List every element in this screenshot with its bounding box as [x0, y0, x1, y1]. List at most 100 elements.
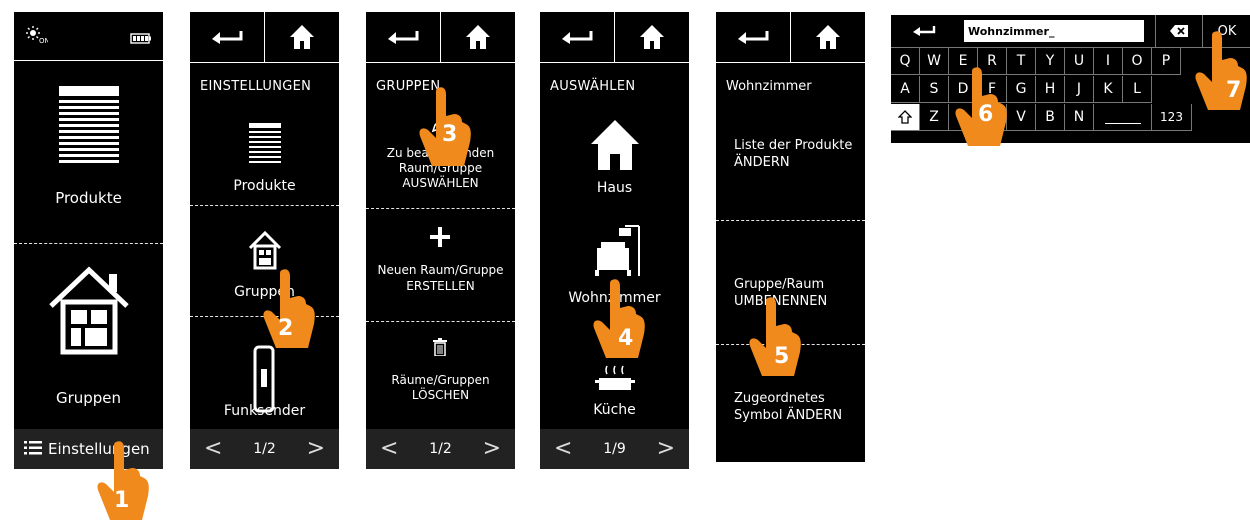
back-arrow-icon — [738, 31, 769, 44]
scroll-bar-indicator — [602, 346, 628, 356]
shift-key[interactable] — [891, 104, 920, 131]
settings-label: Einstellungen — [48, 440, 150, 458]
page-indicator: 1/2 — [429, 441, 452, 457]
key-s[interactable]: S — [920, 76, 949, 103]
shift-icon — [898, 110, 912, 124]
keyboard-top-bar: Wohnzimmer_ OK — [891, 15, 1250, 48]
status-bar: ON — [14, 12, 163, 60]
blind-icon — [249, 123, 281, 167]
rename-group-button[interactable]: Gruppe/Raum UMBENENNEN — [716, 221, 865, 344]
home-icon — [640, 25, 664, 49]
menu-item-label: Gruppen — [234, 284, 295, 300]
keyboard-screen: Wohnzimmer_ OK Q W E R T Y U I O P A S D… — [891, 15, 1250, 143]
products-button[interactable]: Produkte — [14, 61, 163, 244]
home-icon — [290, 25, 314, 49]
next-page-button[interactable]: > — [483, 438, 501, 460]
edit-line-1: Zu bearbeitenden — [386, 146, 495, 160]
sofa-lamp-icon — [595, 222, 645, 282]
back-button[interactable] — [891, 15, 957, 47]
key-h[interactable]: H — [1036, 76, 1065, 103]
back-button[interactable] — [366, 12, 440, 62]
prev-page-button[interactable]: < — [380, 438, 398, 460]
groups-label: Gruppen — [55, 389, 122, 407]
plus-icon — [430, 227, 450, 251]
svg-text:ON: ON — [39, 37, 48, 44]
key-w[interactable]: W — [920, 48, 949, 75]
key-u[interactable]: U — [1065, 48, 1094, 75]
house-icon — [47, 264, 131, 360]
menu-item-remotes[interactable]: Funksender — [190, 317, 339, 427]
ok-button[interactable]: OK — [1202, 15, 1250, 47]
key-i[interactable]: I — [1094, 48, 1123, 75]
key-t[interactable]: T — [1007, 48, 1036, 75]
home-button[interactable] — [441, 12, 515, 62]
key-g[interactable]: G — [1007, 76, 1036, 103]
key-o[interactable]: O — [1123, 48, 1152, 75]
next-page-button[interactable]: > — [307, 438, 325, 460]
back-arrow-icon — [562, 31, 593, 44]
key-z[interactable]: Z — [920, 104, 949, 131]
home-button[interactable] — [791, 12, 865, 62]
option-line: UMBENENNEN — [734, 294, 828, 309]
products-label: Produkte — [55, 189, 122, 207]
key-b[interactable]: B — [1036, 104, 1065, 131]
name-input[interactable]: Wohnzimmer_ — [964, 20, 1144, 42]
page-title: AUSWÄHLEN — [540, 62, 689, 110]
room-item-house[interactable]: Haus — [540, 110, 689, 210]
prev-page-button[interactable]: < — [554, 438, 572, 460]
delete-group-button[interactable]: Räume/Gruppen LÖSCHEN — [366, 322, 515, 428]
blind-icon — [59, 86, 119, 168]
create-group-button[interactable]: Neuen Raum/Gruppe ERSTELLEN — [366, 209, 515, 321]
key-f[interactable]: F — [978, 76, 1007, 103]
key-p[interactable]: P — [1152, 48, 1181, 75]
edit-line-3: AUSWÄHLEN — [402, 176, 479, 190]
home-button[interactable] — [615, 12, 689, 62]
settings-button[interactable]: Einstellungen — [14, 429, 163, 469]
key-k[interactable]: K — [1094, 76, 1123, 103]
edit-group-button[interactable]: Zu bearbeitenden Raum/Gruppe AUSWÄHLEN — [366, 110, 515, 208]
back-arrow-icon — [913, 26, 936, 36]
menu-item-groups[interactable]: Gruppen — [190, 206, 339, 316]
back-button[interactable] — [540, 12, 614, 62]
house-icon — [590, 118, 640, 176]
key-e[interactable]: E — [949, 48, 978, 75]
key-n[interactable]: N — [1065, 104, 1094, 131]
key-v[interactable]: V — [1007, 104, 1036, 131]
back-button[interactable] — [716, 12, 790, 62]
pot-icon — [595, 364, 635, 398]
key-y[interactable]: Y — [1036, 48, 1065, 75]
groups-button[interactable]: Gruppen — [14, 244, 163, 425]
key-q[interactable]: Q — [891, 48, 920, 75]
room-item-kitchen[interactable]: Küche — [540, 360, 689, 430]
menu-item-products[interactable]: Produkte — [190, 110, 339, 205]
prev-page-button[interactable]: < — [204, 438, 222, 460]
key-j[interactable]: J — [1065, 76, 1094, 103]
menu-item-label: Funksender — [223, 403, 306, 419]
pager: < 1/2 > — [190, 429, 339, 469]
next-page-button[interactable]: > — [657, 438, 675, 460]
key-r[interactable]: R — [978, 48, 1007, 75]
room-item-living-room[interactable]: Wohnzimmer — [540, 210, 689, 360]
pager: < 1/9 > — [540, 429, 689, 469]
key-l[interactable]: L — [1123, 76, 1152, 103]
option-line: ÄNDERN — [734, 155, 790, 170]
page-indicator: 1/2 — [253, 441, 276, 457]
space-key[interactable] — [1094, 104, 1152, 131]
backspace-button[interactable] — [1155, 15, 1202, 47]
key-x[interactable] — [949, 104, 978, 131]
key-a[interactable]: A — [891, 76, 920, 103]
home-button[interactable] — [265, 12, 339, 62]
change-icon-button[interactable]: Zugeordnetes Symbol ÄNDERN — [716, 345, 865, 462]
page-title: EINSTELLUNGEN — [190, 62, 339, 110]
page-indicator: 1/9 — [603, 441, 626, 457]
edit-line-2: Raum/Gruppe — [398, 161, 483, 175]
sun-icon: ON — [26, 26, 50, 48]
key-c[interactable]: C — [978, 104, 1007, 131]
option-line: Gruppe/Raum — [734, 277, 825, 292]
key-d[interactable]: D — [949, 76, 978, 103]
back-arrow-icon — [388, 31, 419, 44]
change-products-button[interactable]: Liste der Produkte ÄNDERN — [716, 110, 865, 220]
back-button[interactable] — [190, 12, 264, 62]
numbers-key[interactable]: 123 — [1152, 104, 1192, 131]
room-label: Haus — [596, 180, 633, 196]
